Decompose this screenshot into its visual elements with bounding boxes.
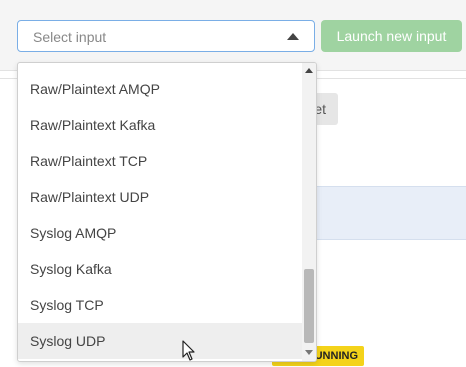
dropdown-scrollbar[interactable] [302,63,316,361]
option-syslog-kafka[interactable]: Syslog Kafka [18,251,302,287]
option-syslog-amqp[interactable]: Syslog AMQP [18,215,302,251]
option-syslog-tcp[interactable]: Syslog TCP [18,287,302,323]
caret-up-icon[interactable] [287,33,299,40]
option-raw-plaintext-amqp[interactable]: Raw/Plaintext AMQP [18,71,302,107]
mouse-cursor-icon [182,340,195,361]
scrollbar-thumb[interactable] [304,269,314,343]
option-raw-plaintext-tcp[interactable]: Raw/Plaintext TCP [18,143,302,179]
scroll-up-arrow-icon[interactable] [305,68,313,73]
scroll-down-arrow-icon[interactable] [305,350,313,355]
select-placeholder: Select input [33,29,107,45]
option-syslog-udp[interactable]: Syslog UDP [18,323,302,359]
top-toolbar: Select input Launch new input [0,0,466,71]
input-type-dropdown[interactable]: Raw/Plaintext AMQP Raw/Plaintext Kafka R… [17,62,317,362]
option-raw-plaintext-udp[interactable]: Raw/Plaintext UDP [18,179,302,215]
launch-new-input-button[interactable]: Launch new input [321,20,462,52]
option-raw-plaintext-kafka[interactable]: Raw/Plaintext Kafka [18,107,302,143]
input-type-select[interactable]: Select input [17,20,315,52]
